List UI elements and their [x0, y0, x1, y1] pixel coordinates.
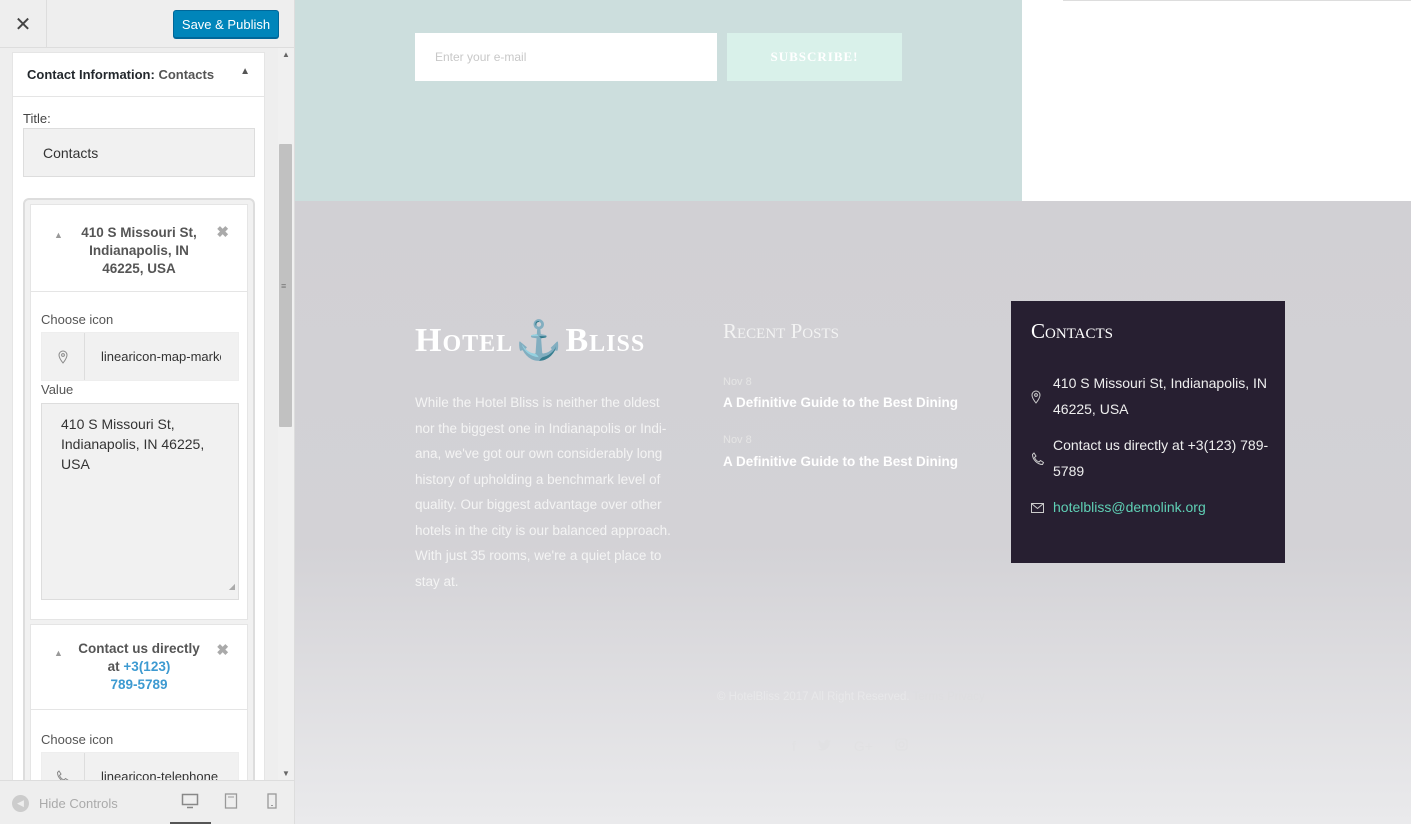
contact-item-phone: ▲ Contact us directly at +3(123) 789-578…	[30, 624, 248, 780]
email-input[interactable]: Enter your e-mail	[415, 33, 717, 81]
contact-phone: Contact us directly at +3(123) 789-5789	[1053, 437, 1269, 479]
item-header-line: 410 S Missouri St,	[81, 225, 197, 240]
customizer-footer: ◀ Hide Controls	[0, 780, 294, 824]
blank-area	[1022, 0, 1411, 201]
phone-icon	[42, 753, 85, 780]
facebook-icon[interactable]: f	[792, 738, 796, 754]
icon-value: linearicon-telephone	[101, 769, 219, 780]
title-label: Title:	[23, 111, 51, 126]
icon-value: linearicon-map-marker	[101, 349, 221, 364]
site-preview: Enter your e-mail SUBSCRIBE! Hotel ⚓ Bli…	[295, 0, 1411, 824]
recent-posts-title: Recent Posts	[723, 319, 839, 343]
remove-icon[interactable]: ✖	[216, 642, 229, 660]
widget-header[interactable]: Contact Information: Contacts ▲	[13, 53, 264, 97]
copyright-bar: © HotelBliss 2017 All Right Reserved. Te…	[717, 691, 985, 703]
mobile-preview-icon[interactable]	[267, 793, 277, 812]
about-text: While the Hotel Bliss is neither the old…	[415, 395, 671, 589]
post-date: Nov 8	[723, 376, 752, 388]
contact-address: 410 S Missouri St, Indianapolis, IN 4622…	[1053, 375, 1267, 417]
copyright-text: © HotelBliss 2017 All Right Reserved.	[717, 691, 910, 703]
contact-information-widget: Contact Information: Contacts ▲ Title: C…	[12, 52, 265, 780]
contacts-widget: Contacts 410 S Missouri St, Indianapolis…	[1011, 301, 1285, 563]
panel-scrollbar[interactable]: ▲ ≡ ▼	[278, 48, 294, 780]
value-text: 410 S Missouri St, Indianapolis, IN 4622…	[61, 416, 205, 472]
scroll-down-arrow-icon[interactable]: ▼	[282, 769, 290, 778]
post-link[interactable]: A Definitive Guide to the Best Dining	[723, 454, 958, 469]
item-header-prefix: at	[107, 659, 120, 674]
value-label: Value	[41, 382, 74, 397]
collapse-arrow-icon[interactable]: ▲	[54, 226, 63, 244]
choose-icon-label: Choose icon	[41, 312, 114, 327]
logo-text-left: Hotel	[415, 322, 514, 359]
resize-handle-icon[interactable]: ◢	[229, 577, 235, 597]
item-header-line: Contact us directly	[78, 641, 200, 656]
title-input[interactable]: Contacts	[23, 128, 255, 177]
close-icon[interactable]: ✕	[0, 0, 47, 48]
map-marker-icon	[42, 333, 85, 380]
customizer-panel: Contact Information: Contacts ▲ Title: C…	[0, 48, 294, 780]
collapse-arrow-icon[interactable]: ▲	[240, 66, 250, 77]
google-plus-icon[interactable]: G+	[854, 738, 873, 754]
post-date: Nov 8	[723, 434, 752, 446]
contact-item-address: ▲ 410 S Missouri St, Indianapolis, IN 46…	[30, 204, 248, 620]
desktop-preview-icon[interactable]	[181, 793, 199, 812]
contact-email-row: hotelbliss@demolink.org	[1031, 495, 1271, 521]
newsletter-section: Enter your e-mail SUBSCRIBE!	[295, 0, 1022, 201]
anchor-icon: ⚓	[515, 320, 564, 362]
social-links: f G+	[792, 738, 908, 754]
widget-header-sub: Contacts	[158, 67, 215, 82]
phone-link[interactable]: +3(123)	[123, 659, 170, 674]
remove-icon[interactable]: ✖	[216, 224, 229, 242]
phone-icon	[1031, 433, 1053, 484]
item-header-line: 46225, USA	[102, 261, 176, 276]
scroll-up-arrow-icon[interactable]: ▲	[282, 50, 290, 59]
icon-picker[interactable]: linearicon-map-marker	[41, 332, 239, 381]
contact-phone-row: Contact us directly at +3(123) 789-5789	[1031, 433, 1271, 484]
icon-picker[interactable]: linearicon-telephone	[41, 752, 239, 780]
terms-link[interactable]: Terms	[913, 691, 944, 703]
instagram-icon[interactable]	[895, 738, 908, 754]
value-textarea[interactable]: 410 S Missouri St, Indianapolis, IN 4622…	[41, 403, 239, 600]
twitter-icon[interactable]	[817, 738, 832, 754]
envelope-icon	[1031, 495, 1053, 521]
item-header-line: Indianapolis, IN	[89, 243, 189, 258]
hide-controls-button[interactable]: ◀ Hide Controls	[12, 795, 118, 812]
logo-text-right: Bliss	[565, 322, 646, 359]
widget-header-label: Contact Information:	[27, 67, 155, 82]
contact-items-list: ▲ 410 S Missouri St, Indianapolis, IN 46…	[23, 198, 255, 780]
site-footer: Hotel ⚓ Bliss While the Hotel Bliss is n…	[295, 201, 1411, 824]
map-marker-icon	[1031, 371, 1053, 422]
customizer-sidebar: ✕ Save & Publish Contact Information: Co…	[0, 0, 295, 824]
scroll-grip-icon: ≡	[281, 281, 287, 291]
divider	[1063, 0, 1411, 1]
privacy-link[interactable]: Privacy	[947, 691, 985, 703]
item-header-line: at +3(123)	[31, 658, 247, 676]
phone-link[interactable]: 789-5789	[31, 676, 247, 694]
contact-email-link[interactable]: hotelbliss@demolink.org	[1053, 495, 1206, 521]
contact-address-row: 410 S Missouri St, Indianapolis, IN 4622…	[1031, 371, 1271, 422]
post-link[interactable]: A Definitive Guide to the Best Dining	[723, 395, 958, 410]
contacts-title: Contacts	[1031, 319, 1113, 343]
contact-item-header[interactable]: ▲ 410 S Missouri St, Indianapolis, IN 46…	[31, 205, 247, 292]
subscribe-button[interactable]: SUBSCRIBE!	[727, 33, 902, 81]
collapse-left-icon: ◀	[12, 795, 29, 812]
tablet-preview-icon[interactable]	[224, 793, 238, 812]
hide-controls-label: Hide Controls	[39, 796, 118, 811]
choose-icon-label: Choose icon	[41, 732, 114, 747]
contact-item-header[interactable]: ▲ Contact us directly at +3(123) 789-578…	[31, 625, 247, 710]
customizer-header: ✕ Save & Publish	[0, 0, 294, 48]
hotel-bliss-logo[interactable]: Hotel ⚓ Bliss	[415, 319, 645, 363]
save-publish-button[interactable]: Save & Publish	[173, 10, 279, 38]
collapse-arrow-icon[interactable]: ▲	[54, 644, 63, 662]
